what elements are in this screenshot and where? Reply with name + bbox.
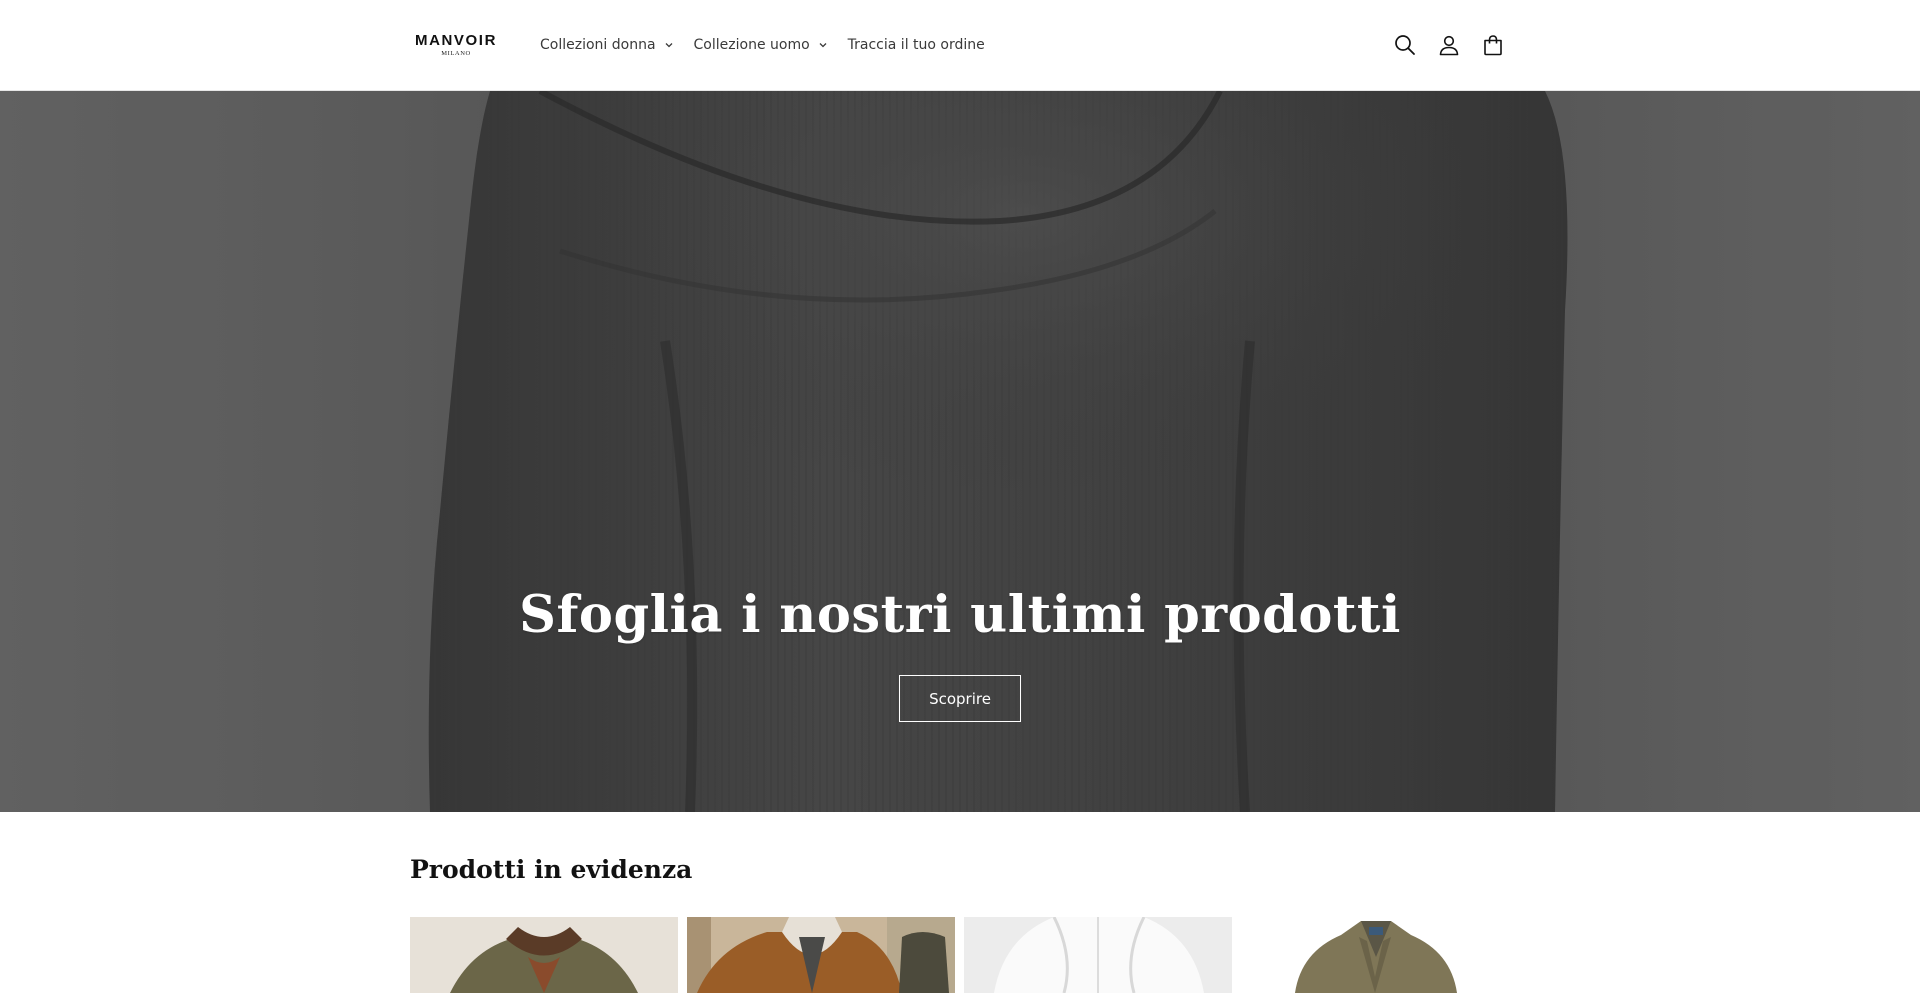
nav-item-label: Collezione uomo: [693, 37, 810, 53]
header-icons: [1393, 33, 1505, 57]
cart-icon: [1484, 35, 1502, 56]
brand-logo[interactable]: MANVOIR MILANO: [410, 33, 502, 59]
product-image: [1241, 917, 1509, 993]
product-image: [964, 917, 1232, 993]
nav-item-collezioni-donna[interactable]: Collezioni donna: [540, 37, 674, 53]
nav-item-label: Collezioni donna: [540, 37, 656, 53]
nav-item-label: Traccia il tuo ordine: [847, 37, 985, 53]
site-header: MANVOIR MILANO Collezioni donna Collezio…: [0, 0, 1920, 91]
brand-name: MANVOIR: [414, 32, 498, 49]
nav-item-collezione-uomo[interactable]: Collezione uomo: [694, 37, 828, 53]
brand-subtitle: MILANO: [441, 50, 471, 57]
account-icon: [1439, 35, 1459, 56]
nav-item-traccia-ordine[interactable]: Traccia il tuo ordine: [848, 37, 985, 53]
product-card[interactable]: [964, 917, 1232, 993]
cart-button[interactable]: [1481, 33, 1505, 57]
account-button[interactable]: [1437, 33, 1461, 57]
search-icon: [1395, 35, 1415, 55]
main-nav: Collezioni donna Collezione uomo Traccia…: [540, 34, 1005, 56]
search-button[interactable]: [1393, 33, 1417, 57]
hero-title: Sfoglia i nostri ultimi prodotti: [519, 585, 1401, 645]
hero-banner: Sfoglia i nostri ultimi prodotti Scoprir…: [0, 91, 1920, 812]
product-card[interactable]: [410, 917, 678, 993]
featured-section-title: Prodotti in evidenza: [410, 855, 693, 884]
product-image: [410, 917, 678, 993]
chevron-down-icon: [665, 43, 672, 48]
product-card[interactable]: [1241, 917, 1509, 993]
product-card[interactable]: [687, 917, 955, 993]
product-image: [687, 917, 955, 993]
discover-button[interactable]: Scoprire: [899, 675, 1021, 722]
chevron-down-icon: [819, 43, 827, 48]
